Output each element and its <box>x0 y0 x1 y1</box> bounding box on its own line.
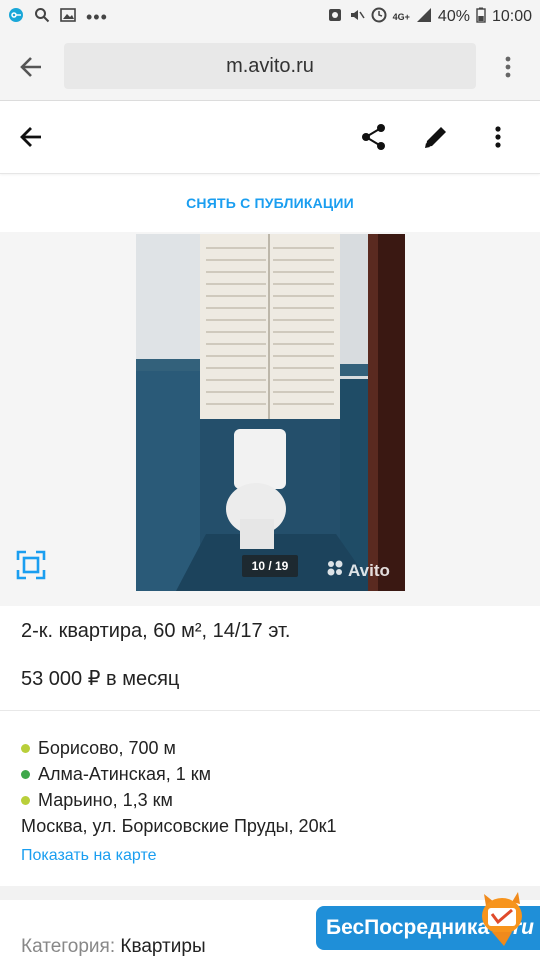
share-icon[interactable] <box>360 123 388 156</box>
browser-back-icon[interactable] <box>18 54 44 85</box>
avito-logo-icon <box>326 559 344 582</box>
metro-station-label: Марьино, 1,3 км <box>38 790 173 810</box>
section-separator <box>0 886 540 900</box>
search-icon <box>34 7 50 28</box>
avito-watermark: Avito <box>326 559 390 582</box>
mascot-icon <box>474 888 530 955</box>
listing-price: 53 000 ₽ в месяц <box>21 668 180 690</box>
alarm-icon <box>327 7 343 28</box>
fullscreen-icon[interactable] <box>16 550 46 585</box>
metro-station-label: Борисово, 700 м <box>38 738 176 758</box>
show-on-map-link[interactable]: Показать на карте <box>21 847 156 865</box>
listing-title: 2-к. квартира, 60 м², 14/17 эт. <box>21 620 291 642</box>
listing-category: Категория: Квартиры <box>21 936 206 958</box>
divider <box>0 710 540 711</box>
status-bar: ••• 4G+ 40% 10:00 <box>0 0 540 34</box>
more-notifications-icon: ••• <box>86 6 108 27</box>
signal-icon <box>416 7 432 28</box>
more-options-icon[interactable] <box>492 124 504 155</box>
category-value: Квартиры <box>120 936 206 957</box>
edit-icon[interactable] <box>422 123 450 156</box>
battery-percent: 40% <box>437 8 470 25</box>
browser-toolbar: m.avito.ru <box>0 34 540 101</box>
url-bar[interactable]: m.avito.ru <box>64 43 476 89</box>
vpn-key-icon <box>8 7 24 28</box>
badge-text: БесПосредника <box>326 916 490 939</box>
metro-station: Алма-Атинская, 1 км <box>21 764 211 785</box>
back-icon[interactable] <box>18 124 44 155</box>
clock-icon <box>371 7 387 28</box>
browser-menu-icon[interactable] <box>502 54 514 85</box>
photo-counter: 10 / 19 <box>242 555 298 577</box>
url-text: m.avito.ru <box>226 54 314 77</box>
metro-line-dot <box>21 770 30 779</box>
listing-photo[interactable] <box>136 234 405 591</box>
unpublish-button[interactable]: СНЯТЬ С ПУБЛИКАЦИИ <box>0 174 540 232</box>
category-key: Категория: <box>21 936 116 957</box>
metro-station: Марьино, 1,3 км <box>21 790 173 811</box>
gallery-icon <box>60 7 76 28</box>
avito-watermark-text: Avito <box>348 560 390 580</box>
mute-icon <box>349 7 365 28</box>
metro-line-dot <box>21 796 30 805</box>
metro-station: Борисово, 700 м <box>21 738 176 759</box>
battery-icon <box>476 7 486 28</box>
photo-gallery[interactable] <box>0 232 540 606</box>
listing-address: Москва, ул. Борисовские Пруды, 20к1 <box>21 816 337 836</box>
metro-station-label: Алма-Атинская, 1 км <box>38 764 212 784</box>
time: 10:00 <box>491 8 532 25</box>
network-type: 4G+ <box>392 12 410 22</box>
app-header <box>0 101 540 174</box>
metro-line-dot <box>21 744 30 753</box>
